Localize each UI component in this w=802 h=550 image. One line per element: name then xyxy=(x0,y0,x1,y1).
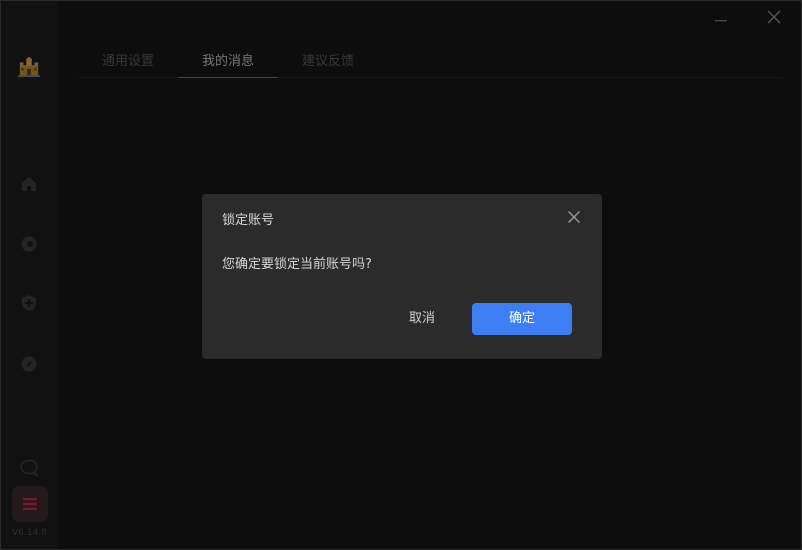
lock-account-dialog: 锁定账号 您确定要锁定当前账号吗? 取消 确定 xyxy=(202,194,602,359)
cancel-button[interactable]: 取消 xyxy=(392,303,452,335)
dialog-message: 您确定要锁定当前账号吗? xyxy=(222,257,372,272)
close-icon xyxy=(568,211,580,223)
confirm-button[interactable]: 确定 xyxy=(472,303,572,335)
dialog-close-button[interactable] xyxy=(566,209,582,225)
app-window: V6.14.8 通用设置 我的消息 建议反馈 锁定账号 您确定要锁定当前账号吗?… xyxy=(0,0,802,550)
dialog-title: 锁定账号 xyxy=(222,213,275,228)
